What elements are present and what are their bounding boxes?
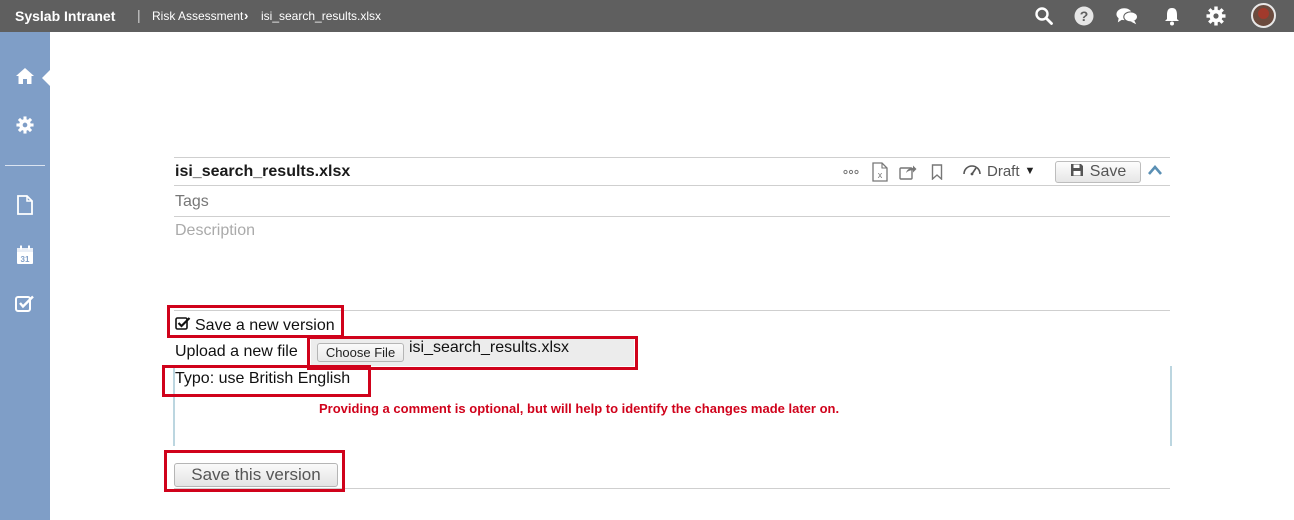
chevron-right-icon: › — [244, 8, 249, 23]
more-icon[interactable] — [842, 162, 860, 182]
help-icon[interactable]: ? — [1073, 5, 1095, 27]
calendar-icon[interactable]: 31 — [13, 243, 37, 267]
checkbox-icon[interactable] — [13, 292, 37, 316]
breadcrumb-risk-assessment[interactable]: Risk Assessment — [152, 9, 243, 23]
sidebar-divider — [5, 165, 45, 166]
description-field[interactable]: Description — [175, 222, 255, 240]
active-indicator — [42, 70, 50, 86]
search-icon[interactable] — [1033, 5, 1055, 27]
brand-link[interactable]: Syslab Intranet — [15, 8, 115, 24]
excel-file-icon[interactable]: x — [871, 162, 889, 182]
floppy-disk-icon — [1070, 163, 1084, 182]
workflow-state-dropdown[interactable]: Draft ▼ — [962, 162, 1035, 180]
document-icon[interactable] — [13, 193, 37, 217]
document-title: isi_search_results.xlsx — [175, 163, 351, 180]
svg-text:x: x — [878, 170, 883, 180]
brand-separator: | — [137, 7, 141, 23]
breadcrumb-current-file[interactable]: isi_search_results.xlsx — [261, 9, 381, 23]
bell-icon[interactable] — [1161, 5, 1183, 27]
dashboard-icon — [962, 162, 982, 180]
sidebar: 31 — [0, 32, 50, 520]
tags-divider — [174, 216, 1170, 217]
chevron-up-icon[interactable] — [1147, 163, 1163, 182]
workflow-state-label: Draft — [987, 162, 1020, 180]
home-icon[interactable] — [13, 64, 37, 88]
highlight-box-submit — [164, 450, 345, 492]
save-button[interactable]: Save — [1055, 161, 1141, 183]
upload-file-label: Upload a new file — [175, 343, 298, 360]
comment-hint: Providing a comment is optional, but wil… — [319, 401, 840, 416]
header-top-divider — [174, 157, 1170, 158]
highlight-box-comment — [162, 365, 371, 397]
caret-down-icon: ▼ — [1024, 165, 1036, 177]
save-label: Save — [1089, 163, 1127, 180]
chat-icon[interactable] — [1116, 5, 1138, 27]
highlight-box-checkbox — [167, 305, 344, 338]
bookmark-icon[interactable] — [929, 162, 945, 182]
tags-field[interactable]: Tags — [175, 193, 209, 211]
title-divider — [174, 185, 1170, 186]
share-icon[interactable] — [898, 162, 918, 182]
svg-text:31: 31 — [21, 255, 30, 264]
gear-icon[interactable] — [1205, 5, 1227, 27]
svg-text:?: ? — [1080, 8, 1089, 24]
avatar[interactable] — [1251, 3, 1276, 28]
top-bar: Syslab Intranet | Risk Assessment › isi_… — [0, 0, 1294, 32]
gear-icon[interactable] — [13, 113, 37, 137]
